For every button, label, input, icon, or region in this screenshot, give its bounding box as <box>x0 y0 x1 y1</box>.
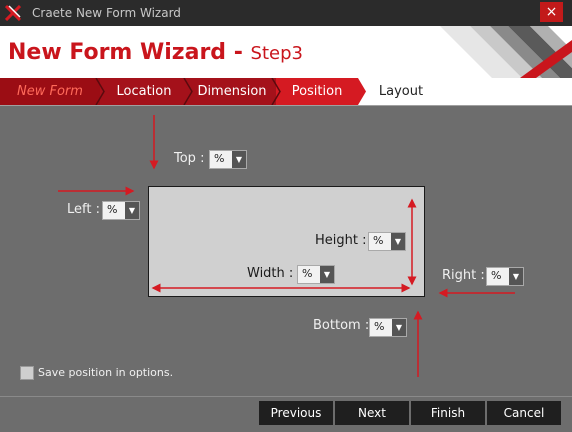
chevron-down-icon: ▼ <box>232 151 246 168</box>
right-label: Right : <box>442 268 485 283</box>
top-label: Top : <box>174 151 205 166</box>
width-unit-dropdown[interactable]: % ▼ <box>297 265 335 284</box>
save-position-label: Save position in options. <box>38 366 174 379</box>
left-unit-dropdown[interactable]: % ▼ <box>102 201 140 220</box>
bottom-label: Bottom : <box>313 318 370 333</box>
dimension-guide-arrows <box>151 198 417 293</box>
save-position-checkbox[interactable] <box>20 366 34 380</box>
top-unit-dropdown[interactable]: % ▼ <box>209 150 247 169</box>
left-unit-value: % <box>107 203 118 216</box>
height-label: Height : <box>315 233 367 248</box>
left-label: Left : <box>67 202 100 217</box>
width-unit-value: % <box>302 267 313 280</box>
finish-button[interactable]: Finish <box>411 401 485 425</box>
chevron-down-icon: ▼ <box>392 319 406 336</box>
right-unit-dropdown[interactable]: % ▼ <box>486 267 524 286</box>
bottom-unit-dropdown[interactable]: % ▼ <box>369 318 407 337</box>
right-unit-value: % <box>491 269 502 282</box>
chevron-down-icon: ▼ <box>125 202 139 219</box>
bottom-unit-value: % <box>374 320 385 333</box>
next-button[interactable]: Next <box>335 401 409 425</box>
previous-button[interactable]: Previous <box>259 401 333 425</box>
wizard-window: Craete New Form Wizard × New Form Wizard… <box>0 0 572 432</box>
height-unit-value: % <box>373 234 384 247</box>
height-unit-dropdown[interactable]: % ▼ <box>368 232 406 251</box>
width-label: Width : <box>247 266 294 281</box>
top-unit-value: % <box>214 152 225 165</box>
chevron-down-icon: ▼ <box>320 266 334 283</box>
chevron-down-icon: ▼ <box>509 268 523 285</box>
chevron-down-icon: ▼ <box>391 233 405 250</box>
cancel-button[interactable]: Cancel <box>487 401 561 425</box>
